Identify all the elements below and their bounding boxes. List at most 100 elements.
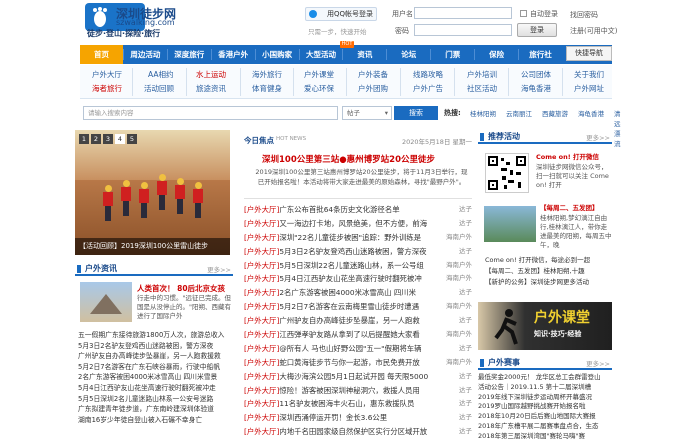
list-item[interactable]: 最低奖金2000元！ 龙华区总工会群雷登山 [478, 373, 612, 383]
pager-button[interactable]: 5 [127, 134, 137, 144]
pager-button[interactable]: 1 [79, 134, 89, 144]
subnav-routes[interactable]: 线路攻略 [413, 69, 443, 81]
subnav-water[interactable]: 水上运动 [196, 69, 226, 81]
subnav-training[interactable]: 户外培训 [467, 69, 497, 81]
nav-insurance[interactable]: 保险 [475, 45, 518, 64]
row-title[interactable]: 5月4日江西驴友山花坐高速行驶时翻死被冲 [279, 274, 421, 283]
focus-row[interactable]: [户外大厅]2名广东游客被困4000米冰雪高山 四川米 达子 [244, 286, 472, 300]
subnav-community[interactable]: 社区活动 [467, 83, 497, 95]
row-title[interactable]: 江西弹孝驴友路从拿到了以后提醒她大家看 [279, 330, 419, 339]
row-title[interactable]: 广州驴友自办高峰徒步坠暴崖，另一人跑救 [279, 316, 419, 325]
row-title[interactable]: 深圳西涌停运开罚！金长3.6公里 [279, 413, 387, 422]
news-thumbnail[interactable] [80, 282, 132, 322]
row-category[interactable]: [户外大厅] [244, 330, 279, 339]
row-category[interactable]: [户外大厅] [244, 372, 279, 381]
quick-nav-button[interactable]: 快捷导航 [566, 46, 612, 61]
row-title[interactable]: 大梅沙海滨公园5月1日起试开园 每天限5000 [279, 372, 428, 381]
subnav-review[interactable]: 活动回顾 [144, 83, 174, 95]
pager-button[interactable]: 2 [91, 134, 101, 144]
list-item[interactable]: 5月4日江西驴友山花坐高速行驶时翻死被冲走 [78, 383, 233, 394]
row-title[interactable]: 惊险！游客被困深圳神秘洞穴，救援人员用 [279, 386, 419, 395]
list-item[interactable]: 【新护的公务】深圳徒步网更多活动 [485, 277, 590, 288]
hot-link[interactable]: 桂林阳朔 [470, 108, 496, 118]
row-category[interactable]: [户外大厅] [244, 344, 279, 353]
activity-thumbnail[interactable] [484, 206, 536, 242]
nav-nearby[interactable]: 周边活动 [124, 45, 167, 64]
list-item[interactable]: 5月2日7名游客在广东石峡谷暴雨，行驶中船帆 [78, 362, 233, 373]
focus-row[interactable]: [户外大厅]惊险！游客被困深圳神秘洞穴，救援人员用 达子 [244, 384, 472, 398]
username-input[interactable] [414, 7, 512, 19]
focus-row[interactable]: [户外大厅]11名驴友被困海丰火石山，惠东救援队员 达子 [244, 397, 472, 411]
row-category[interactable]: [户外大厅] [244, 233, 279, 242]
pager-button[interactable]: 3 [103, 134, 113, 144]
row-category[interactable]: [户外大厅] [244, 316, 279, 325]
focus-row[interactable]: [户外大厅]5月2日7名游客在云南梅里雪山徒步时遭遇 海南户外 [244, 300, 472, 314]
more-link[interactable]: 更多>> [586, 132, 610, 142]
subnav-links[interactable]: 户外网址 [574, 83, 604, 95]
row-title[interactable]: 广东公布首批64条历史文化游径名单 [279, 205, 399, 214]
row-title[interactable]: 5月5日深圳22名儿童迷路山林，系一公号组 [279, 261, 423, 270]
subnav-fitness[interactable]: 体育健身 [252, 83, 282, 95]
nav-big-events[interactable]: 大型活动 [300, 45, 343, 64]
subnav-aa[interactable]: AA相约 [148, 69, 173, 81]
focus-row[interactable]: [户外大厅]@所有人 马也山好野公园"五一"假期将车辆 达子 [244, 342, 472, 356]
row-title[interactable]: 5月2日7名游客在云南梅里雪山徒步时遭遇 [279, 302, 419, 311]
row-title[interactable]: 深圳"22名儿童徒步被困"追踪：野外训练是 [279, 233, 421, 242]
subnav-hk[interactable]: 海龟香港 [521, 83, 551, 95]
row-category[interactable]: [户外大厅] [244, 261, 279, 270]
nav-forum[interactable]: 论坛 [387, 45, 430, 64]
nav-tickets[interactable]: 门票 [431, 45, 474, 64]
focus-row[interactable]: [户外大厅]江西弹孝驴友路从拿到了以后提醒她大家看 海南户外 [244, 328, 472, 342]
subnav-eco[interactable]: 爱心环保 [304, 83, 334, 95]
focus-row[interactable]: [户外大厅]深圳"22名儿童徒步被困"追踪：野外训练是 海南户外 [244, 231, 472, 245]
row-category[interactable]: [户外大厅] [244, 247, 279, 256]
headline[interactable]: 深圳100公里第三站●惠州博罗站20公里徒步 [262, 153, 435, 165]
list-item[interactable]: 2018年10月20日后后赛山地国际大赛报 [478, 412, 612, 422]
focus-row[interactable]: [户外大厅]广东公布首批64条历史文化游径名单 达子 [244, 203, 472, 217]
slideshow-image[interactable] [75, 130, 230, 255]
slideshow-caption[interactable]: 【活动回顾】2019深圳100公里雷山徒步 [75, 238, 230, 255]
nav-deep-travel[interactable]: 深度旅行 [168, 45, 211, 64]
hot-link[interactable]: 云南丽江 [506, 108, 532, 118]
featured-news-title[interactable]: 人类首次！ 80后北京女孩 [137, 283, 225, 294]
row-category[interactable]: [户外大厅] [244, 413, 279, 422]
subnav-sea-travel[interactable]: 海者旅行 [92, 83, 122, 95]
qr-title[interactable]: Come on! 打开微信 [536, 153, 599, 162]
list-item[interactable]: Come on! 打开微信，每途必到一超 [485, 255, 590, 266]
auto-login-checkbox[interactable] [520, 10, 527, 17]
focus-row[interactable]: [户外大厅]5月4日江西驴友山花坐高速行驶时翻死被冲 海南户外 [244, 272, 472, 286]
list-item[interactable]: 5月3日2名驴友登鸡西山迷路被困，警方深夜 [78, 341, 233, 352]
row-title[interactable]: 蛇口黄海徒步节与你一起游，市民免费开放 [279, 358, 419, 367]
nav-shop[interactable]: 小国购家 [256, 45, 299, 64]
list-item[interactable]: 5月5日深圳2名儿童迷路山林系一公安号迷路 [78, 394, 233, 405]
list-item[interactable]: 2018年广东槽平展二届赛事盘点合，生态 [478, 422, 612, 432]
find-password-link[interactable]: 找回密码 [570, 10, 598, 20]
focus-row[interactable]: [户外大厅]蛇口黄海徒步节与你一起游，市民免费开放 海南户外 [244, 356, 472, 370]
list-item[interactable]: 广州驴友自办高峰徒步坠暴崖，另一人跑救援救 [78, 351, 233, 362]
nav-hongkong[interactable]: 香港户外 [212, 45, 255, 64]
list-item[interactable]: 活动公告｜2019.11.5 第十二届深圳槽 [478, 383, 612, 393]
nav-home[interactable]: 首页 [80, 45, 123, 64]
subnav-about[interactable]: 关于我们 [574, 69, 604, 81]
subnav-outdoor-hall[interactable]: 户外大厅 [92, 69, 122, 81]
list-item[interactable]: 2名广东游客被困4000米冰雪高山 四川米雪景 [78, 372, 233, 383]
subnav-ads[interactable]: 户外广告 [413, 83, 443, 95]
row-category[interactable]: [户外大厅] [244, 288, 279, 297]
row-title[interactable]: 5月3日2名驴友登鸡西山迷路被困，警方深夜 [279, 247, 426, 256]
focus-row[interactable]: [户外大厅]5月3日2名驴友登鸡西山迷路被困，警方深夜 达子 [244, 245, 472, 259]
subnav-gear[interactable]: 户外装备 [358, 69, 388, 81]
subnav-class[interactable]: 户外课堂 [304, 69, 334, 81]
focus-row[interactable]: [户外大厅]深圳西涌停运开罚！金长3.6公里 达子 [244, 411, 472, 425]
row-category[interactable]: [户外大厅] [244, 302, 279, 311]
hot-link[interactable]: 清远漂流 [614, 108, 621, 148]
hot-link[interactable]: 西藏旅游 [542, 108, 568, 118]
row-category[interactable]: [户外大厅] [244, 358, 279, 367]
row-title[interactable]: 内地千名田园家级自然保护区实行分区域开放 [279, 427, 427, 436]
subnav-overseas[interactable]: 海外旅行 [252, 69, 282, 81]
more-link[interactable]: 更多>> [586, 358, 610, 368]
outdoor-class-banner[interactable]: 户外课堂 知识·技巧·经验 [478, 302, 612, 350]
activity-title[interactable]: 【每周二、五发团】 [540, 204, 599, 213]
list-item[interactable]: 2019年线下深圳徒步运动周杯开幕盛况 [478, 393, 612, 403]
row-category[interactable]: [户外大厅] [244, 274, 279, 283]
row-title[interactable]: 2名广东游客被困4000米冰雪高山 四川米 [279, 288, 416, 297]
